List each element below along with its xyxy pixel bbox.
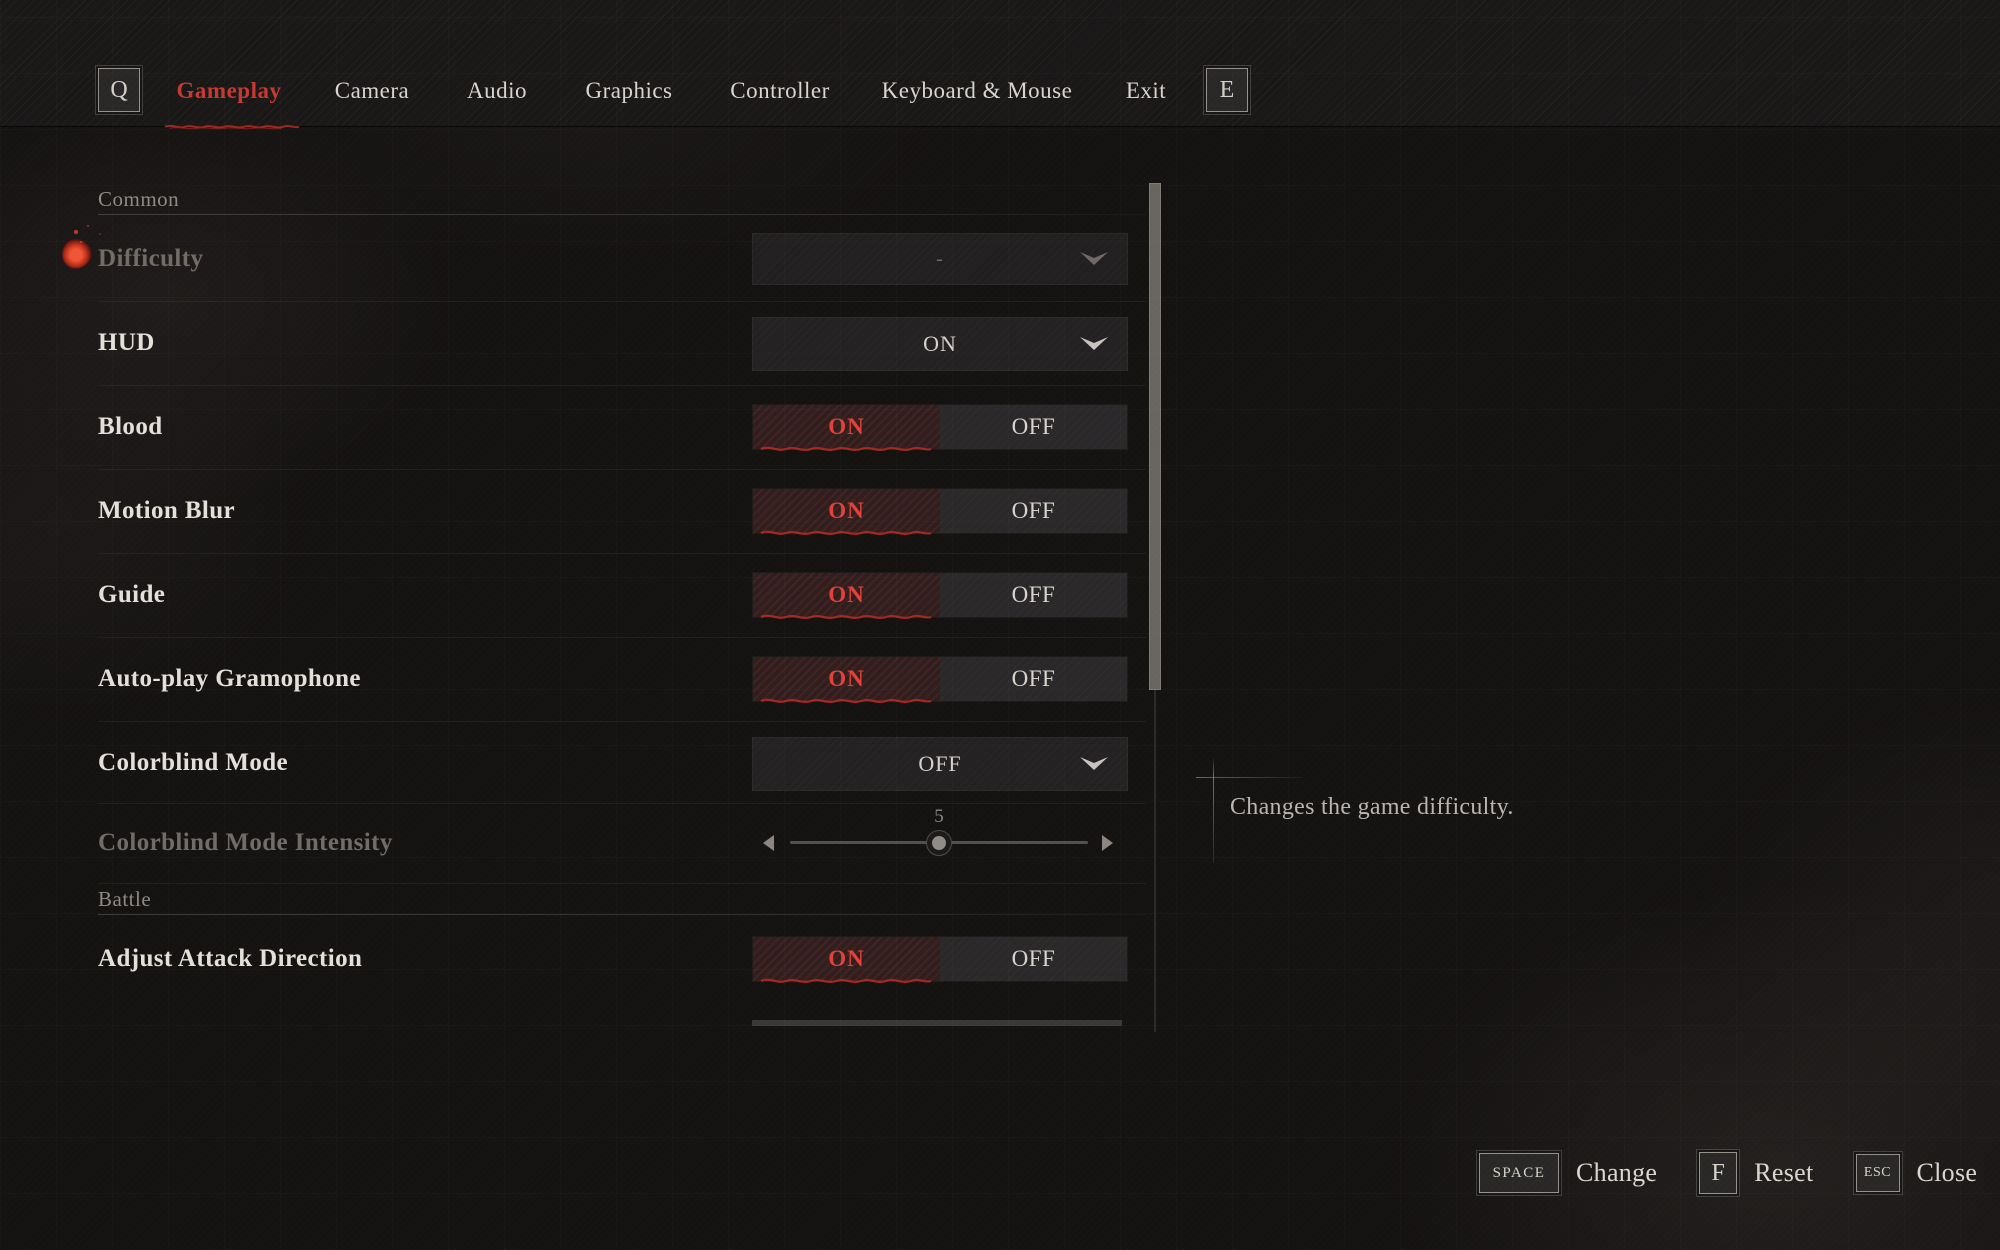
change-label: Change [1576, 1158, 1657, 1188]
close-label: Close [1917, 1158, 1978, 1188]
chevron-down-icon [1079, 251, 1109, 267]
autoplay-gramophone-toggle-off[interactable]: OFF [940, 657, 1127, 701]
prev-tab-key-badge[interactable]: Q [98, 68, 140, 112]
next-tab-key-label: E [1220, 77, 1235, 104]
hud-dropdown[interactable]: ON [752, 317, 1128, 371]
motion-blur-toggle-off[interactable]: OFF [940, 489, 1127, 533]
tab-audio[interactable]: Audio [467, 76, 527, 106]
row-divider [98, 385, 1146, 386]
section-header-battle: Battle [98, 886, 151, 912]
guide-toggle-on[interactable]: ON [753, 573, 940, 617]
colorblind-intensity-slider-knob[interactable] [926, 830, 952, 856]
scrollbar-track[interactable] [1154, 690, 1156, 1032]
row-divider [98, 637, 1146, 638]
difficulty-label: Difficulty [98, 244, 203, 274]
tab-gameplay[interactable]: Gameplay [177, 76, 282, 106]
arrow-left-icon[interactable] [760, 834, 776, 852]
section-rule [98, 214, 1146, 215]
row-divider [98, 301, 1146, 302]
arrow-right-icon[interactable] [1100, 834, 1116, 852]
reset-action[interactable]: F Reset [1699, 1152, 1813, 1194]
toggle-on-scribble [757, 976, 935, 986]
description-vertical-rule [1213, 757, 1214, 863]
row-divider [98, 803, 1146, 804]
adjust-attack-direction-label: Adjust Attack Direction [98, 944, 362, 974]
section-rule [98, 914, 1146, 915]
colorblind-mode-label: Colorblind Mode [98, 748, 288, 778]
chevron-down-icon [1079, 336, 1109, 352]
guide-toggle-off[interactable]: OFF [940, 573, 1127, 617]
next-tab-key-badge[interactable]: E [1206, 68, 1248, 112]
colorblind-intensity-value: 5 [926, 806, 952, 828]
active-tab-underline-scribble [162, 120, 302, 132]
autoplay-gramophone-toggle-on[interactable]: ON [753, 657, 940, 701]
description-horizontal-rule [1196, 777, 1302, 778]
cursor-ember-sparks [74, 230, 78, 234]
row-divider [98, 553, 1146, 554]
prev-tab-key-label: Q [110, 77, 127, 104]
toggle-on-scribble [757, 528, 935, 538]
colorblind-intensity-label: Colorblind Mode Intensity [98, 828, 393, 858]
guide-label: Guide [98, 580, 165, 610]
tab-keyboard-mouse[interactable]: Keyboard & Mouse [882, 76, 1073, 106]
blood-label: Blood [98, 412, 163, 442]
cursor-ember-icon [59, 235, 95, 271]
row-divider [98, 883, 1146, 884]
tab-camera[interactable]: Camera [335, 76, 410, 106]
colorblind-mode-value: OFF [753, 738, 1127, 790]
motion-blur-toggle-on[interactable]: ON [753, 489, 940, 533]
f-key-label: F [1712, 1160, 1725, 1187]
section-header-common: Common [98, 186, 179, 212]
row-divider [98, 469, 1146, 470]
row-divider [98, 721, 1146, 722]
esc-key-label: ESC [1864, 1165, 1891, 1181]
tab-graphics[interactable]: Graphics [585, 76, 672, 106]
colorblind-mode-dropdown[interactable]: OFF [752, 737, 1128, 791]
footer-actions: SPACE Change F Reset ESC Close [1479, 1151, 1977, 1195]
toggle-on-scribble [757, 612, 935, 622]
tab-exit[interactable]: Exit [1126, 76, 1166, 106]
difficulty-value: - [753, 234, 1127, 284]
toggle-on-scribble [757, 696, 935, 706]
adjust-attack-direction-toggle-off[interactable]: OFF [940, 937, 1127, 981]
esc-key-badge: ESC [1856, 1154, 1900, 1192]
close-action[interactable]: ESC Close [1856, 1154, 1978, 1192]
next-row-control-partial [752, 1020, 1122, 1026]
description-text: Changes the game difficulty. [1230, 794, 1514, 821]
chevron-down-icon [1079, 756, 1109, 772]
toggle-on-scribble [757, 444, 935, 454]
adjust-attack-direction-toggle-on[interactable]: ON [753, 937, 940, 981]
difficulty-dropdown[interactable]: - [752, 233, 1128, 285]
change-action[interactable]: SPACE Change [1479, 1153, 1657, 1193]
reset-label: Reset [1754, 1158, 1813, 1188]
space-key-badge: SPACE [1479, 1153, 1559, 1193]
tab-bar [0, 0, 2000, 127]
tab-controller[interactable]: Controller [730, 76, 830, 106]
grid-texture-overlay [0, 0, 2000, 1250]
blood-toggle-on[interactable]: ON [753, 405, 940, 449]
hud-value: ON [753, 318, 1127, 370]
f-key-badge: F [1699, 1152, 1737, 1194]
blood-toggle-off[interactable]: OFF [940, 405, 1127, 449]
settings-screen: Q Gameplay Camera Audio Graphics Control… [0, 0, 2000, 1250]
diagonal-texture-overlay [0, 0, 2000, 1250]
space-key-label: SPACE [1493, 1165, 1546, 1182]
hud-label: HUD [98, 328, 155, 358]
motion-blur-label: Motion Blur [98, 496, 235, 526]
scrollbar-thumb[interactable] [1149, 183, 1161, 690]
autoplay-gramophone-label: Auto-play Gramophone [98, 664, 361, 694]
